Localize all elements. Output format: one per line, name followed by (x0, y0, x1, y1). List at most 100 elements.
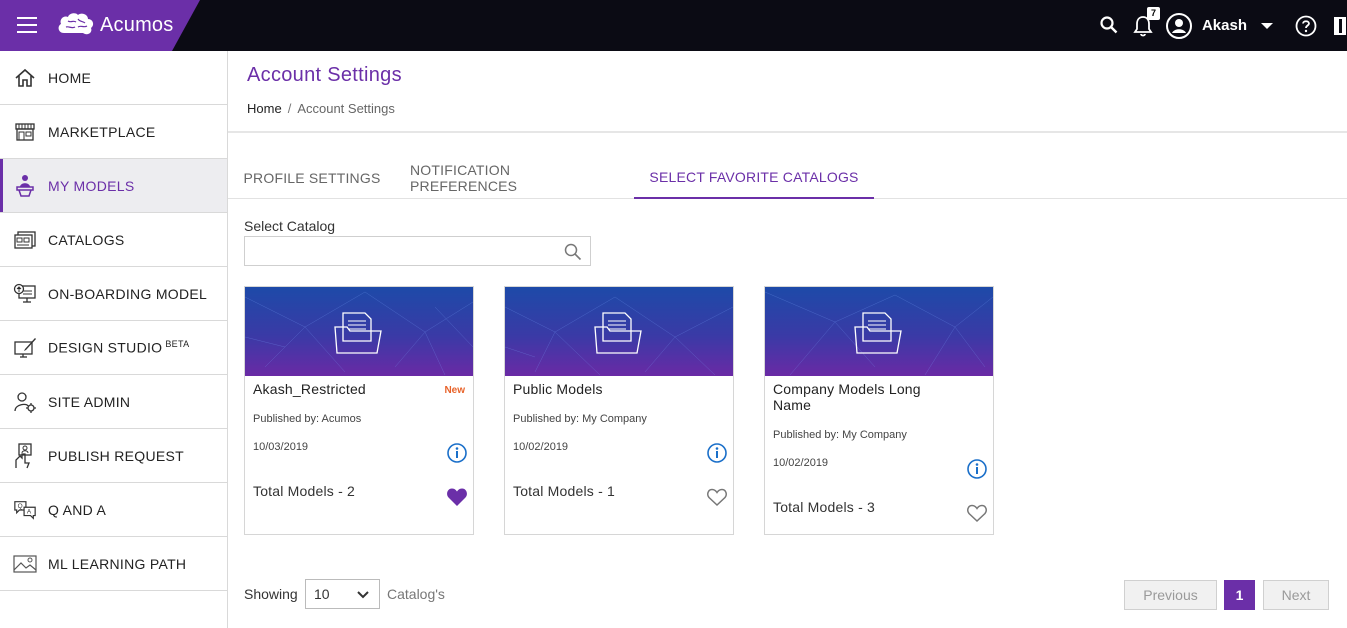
catalog-icon (13, 228, 37, 252)
sidebar-item-marketplace[interactable]: MARKETPLACE (0, 105, 227, 159)
page-size-select[interactable]: 10 (305, 579, 380, 609)
publish-icon (13, 442, 37, 468)
showing-label: Showing (244, 586, 298, 602)
header-actions: 7 Akash (1099, 0, 1347, 51)
sidebar-item-label: DESIGN STUDIO BETA (48, 339, 189, 356)
catalog-search-input[interactable] (245, 237, 555, 265)
settings-tabs: PROFILE SETTINGS NOTIFICATION PREFERENCE… (228, 157, 1347, 199)
chevron-down-icon[interactable] (1261, 22, 1273, 29)
folder-icon (854, 312, 902, 354)
card-date: 10/03/2019 (253, 441, 309, 453)
previous-page-button[interactable]: Previous (1124, 580, 1217, 610)
sidebar-nav: HOME MARKETPLACE MY MODELS CATALOGS ON-B… (0, 51, 228, 628)
current-page-button[interactable]: 1 (1224, 580, 1255, 610)
sidebar-item-ml-learning-path[interactable]: ML LEARNING PATH (0, 537, 227, 591)
top-header-bar: Acumos 7 Akash (0, 0, 1347, 51)
search-icon[interactable] (564, 243, 582, 261)
sidebar-item-label: HOME (48, 69, 92, 86)
breadcrumb-home-link[interactable]: Home (247, 101, 282, 116)
sidebar-item-label: ML LEARNING PATH (48, 555, 187, 572)
bell-icon[interactable]: 7 (1133, 6, 1160, 37)
select-catalog-label: Select Catalog (244, 218, 336, 234)
page-title: Account Settings (247, 64, 402, 86)
home-icon (13, 66, 37, 90)
main-content: Account Settings Home / Account Settings… (228, 51, 1347, 628)
card-total-models: Total Models - 3 (773, 499, 876, 515)
menu-icon[interactable] (17, 17, 37, 33)
catalog-search-box (244, 236, 591, 266)
page-size-unit-label: Catalog's (387, 586, 445, 602)
sidebar-item-my-models[interactable]: MY MODELS (0, 159, 227, 213)
card-publisher: Published by: My Company (773, 429, 907, 441)
info-icon[interactable] (966, 458, 988, 480)
help-icon[interactable] (1295, 15, 1317, 37)
card-date: 10/02/2019 (513, 441, 569, 453)
sidebar-item-catalogs[interactable]: CATALOGS (0, 213, 227, 267)
breadcrumb: Home / Account Settings (247, 101, 395, 116)
folder-icon (594, 312, 642, 354)
notification-count-badge: 7 (1146, 6, 1160, 20)
chevron-down-icon (357, 591, 369, 599)
favorite-heart-outline-icon[interactable] (966, 503, 988, 523)
catalog-card[interactable]: Company Models Long Name Published by: M… (764, 286, 994, 535)
favorite-heart-outline-icon[interactable] (706, 487, 728, 507)
site-admin-icon (13, 390, 37, 414)
card-title[interactable]: Company Models Long Name (773, 381, 953, 413)
sidebar-item-label: ON-BOARDING MODEL (48, 285, 208, 302)
design-studio-icon (13, 336, 37, 360)
card-banner (505, 287, 733, 376)
card-date: 10/02/2019 (773, 457, 829, 469)
sidebar-item-label: MARKETPLACE (48, 123, 156, 140)
favorite-heart-filled-icon[interactable] (446, 487, 468, 507)
app-logo[interactable]: Acumos (56, 10, 173, 40)
brand-name: Acumos (100, 13, 174, 36)
user-name[interactable]: Akash (1202, 17, 1247, 34)
models-icon (13, 174, 37, 198)
catalog-card[interactable]: Akash_Restricted New Published by: Acumo… (244, 286, 474, 535)
card-title[interactable]: Akash_Restricted (253, 381, 433, 397)
sidebar-item-design-studio[interactable]: DESIGN STUDIO BETA (0, 321, 227, 375)
next-page-button[interactable]: Next (1263, 580, 1329, 610)
card-banner (245, 287, 473, 376)
beta-badge: BETA (165, 339, 190, 350)
catalog-card[interactable]: Public Models Published by: My Company 1… (504, 286, 734, 535)
sidebar-item-publish-request[interactable]: PUBLISH REQUEST (0, 429, 227, 483)
breadcrumb-current: Account Settings (297, 101, 395, 116)
book-icon[interactable] (1333, 15, 1347, 37)
learning-path-icon (13, 552, 37, 576)
qa-icon: QA (13, 498, 37, 522)
sidebar-item-label: Q AND A (48, 501, 107, 518)
card-title[interactable]: Public Models (513, 381, 693, 397)
tab-select-favorite-catalogs[interactable]: SELECT FAVORITE CATALOGS (634, 157, 874, 199)
search-icon[interactable] (1099, 15, 1121, 37)
card-total-models: Total Models - 1 (513, 483, 616, 499)
sidebar-item-onboarding-model[interactable]: ON-BOARDING MODEL (0, 267, 227, 321)
card-total-models: Total Models - 2 (253, 483, 356, 499)
brain-logo-icon (58, 13, 94, 35)
sidebar-item-design-studio-text: DESIGN STUDIO (48, 339, 163, 356)
tab-notification-preferences[interactable]: NOTIFICATION PREFERENCES (410, 157, 620, 199)
card-publisher: Published by: Acumos (253, 413, 362, 425)
header-divider (228, 131, 1347, 133)
user-avatar-icon[interactable] (1165, 12, 1193, 40)
sidebar-item-home[interactable]: HOME (0, 51, 227, 105)
sidebar-item-label: PUBLISH REQUEST (48, 447, 184, 464)
card-publisher: Published by: My Company (513, 413, 647, 425)
onboarding-icon (13, 282, 37, 306)
svg-text:A: A (27, 508, 32, 515)
breadcrumb-separator: / (287, 101, 292, 116)
info-icon[interactable] (706, 442, 728, 464)
sidebar-item-site-admin[interactable]: SITE ADMIN (0, 375, 227, 429)
tab-profile-settings[interactable]: PROFILE SETTINGS (242, 157, 382, 199)
new-badge: New (444, 385, 465, 396)
sidebar-item-label: MY MODELS (48, 177, 135, 194)
info-icon[interactable] (446, 442, 468, 464)
svg-text:Q: Q (18, 503, 23, 510)
card-banner (765, 287, 993, 376)
store-icon (13, 120, 37, 144)
sidebar-item-q-and-a[interactable]: QA Q AND A (0, 483, 227, 537)
folder-icon (334, 312, 382, 354)
sidebar-item-label: SITE ADMIN (48, 393, 131, 410)
sidebar-item-label: CATALOGS (48, 231, 125, 248)
page-size-value: 10 (314, 586, 330, 602)
